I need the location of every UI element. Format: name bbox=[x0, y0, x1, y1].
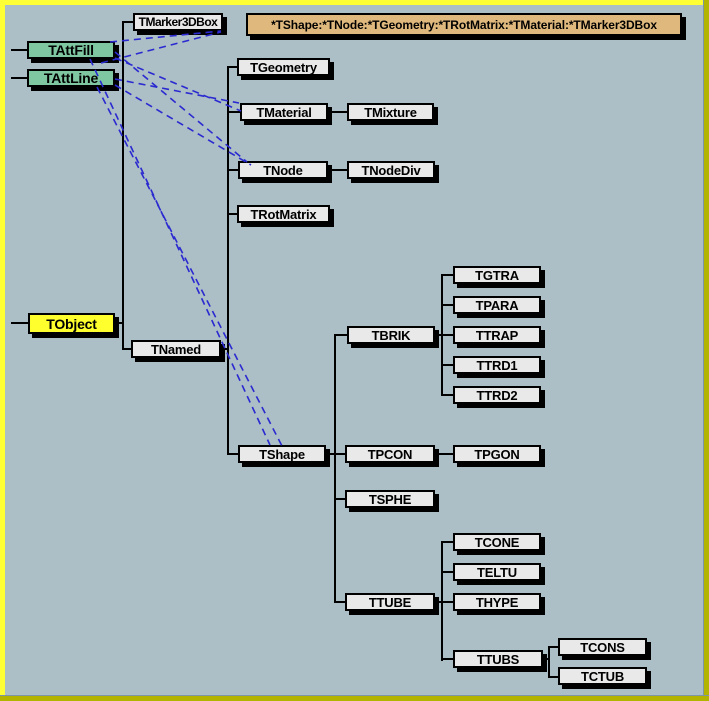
node-tpcon[interactable]: TPCON bbox=[345, 445, 435, 463]
trunk-ttubs bbox=[548, 646, 550, 678]
connector-line bbox=[334, 334, 347, 336]
trunk-tshape bbox=[334, 334, 336, 603]
trunk-tobject bbox=[122, 21, 124, 324]
dashed-line-tattline-tmaterial bbox=[115, 79, 239, 103]
connector-line bbox=[328, 169, 347, 171]
dashed-line-tattline-tmarker3dbox bbox=[101, 32, 221, 63]
connector-line bbox=[441, 364, 453, 366]
class-tree-canvas: TMarker3DBox *TShape:*TNode:*TGeometry:*… bbox=[0, 0, 709, 701]
node-tgtra[interactable]: TGTRA bbox=[453, 266, 541, 284]
connector-line bbox=[548, 676, 558, 678]
dashed-line-tattline-tshape bbox=[97, 87, 282, 446]
node-trotmatrix[interactable]: TRotMatrix bbox=[237, 205, 330, 223]
connector-line bbox=[11, 49, 27, 51]
connector-line bbox=[334, 498, 345, 500]
connector-line bbox=[441, 394, 453, 396]
connector-line bbox=[227, 453, 238, 455]
connector-line bbox=[227, 169, 238, 171]
node-ttrd2[interactable]: TTRD2 bbox=[453, 386, 541, 404]
node-tcons[interactable]: TCONS bbox=[558, 638, 647, 656]
connector-line bbox=[435, 453, 453, 455]
node-tmaterial[interactable]: TMaterial bbox=[240, 103, 328, 121]
node-tmixture[interactable]: TMixture bbox=[347, 103, 434, 121]
dashed-line-tattfill-tmarker3dbox bbox=[110, 31, 221, 42]
dashed-line-tattfill-tmaterial bbox=[115, 58, 241, 111]
canvas-border-right bbox=[703, 0, 709, 701]
node-thype[interactable]: THYPE bbox=[453, 593, 541, 611]
node-tpgon[interactable]: TPGON bbox=[453, 445, 541, 463]
node-tbrik[interactable]: TBRIK bbox=[347, 326, 435, 344]
connector-line bbox=[227, 111, 240, 113]
node-ttrap[interactable]: TTRAP bbox=[453, 326, 541, 344]
node-tnode[interactable]: TNode bbox=[238, 161, 328, 179]
connector-line bbox=[122, 21, 133, 23]
node-tcone[interactable]: TCONE bbox=[453, 533, 541, 551]
connector-line bbox=[441, 571, 453, 573]
connector-line bbox=[441, 274, 453, 276]
node-tnamed[interactable]: TNamed bbox=[131, 340, 221, 358]
canvas-border-top bbox=[0, 0, 709, 5]
node-teltu[interactable]: TELTU bbox=[453, 563, 541, 581]
node-ttrd1[interactable]: TTRD1 bbox=[453, 356, 541, 374]
connector-line bbox=[548, 646, 558, 648]
connector-line bbox=[227, 213, 237, 215]
node-ttube[interactable]: TTUBE bbox=[345, 593, 435, 611]
dashed-line-tattline-tnode bbox=[115, 85, 251, 165]
node-tmarker3dbox[interactable]: TMarker3DBox bbox=[133, 13, 223, 31]
connector-line bbox=[441, 334, 453, 336]
node-tgeometry[interactable]: TGeometry bbox=[237, 58, 330, 76]
connector-line bbox=[328, 111, 347, 113]
node-tattline[interactable]: TAttLine bbox=[27, 69, 115, 87]
canvas-border-left bbox=[0, 0, 5, 701]
node-tsphe[interactable]: TSPHE bbox=[345, 490, 435, 508]
connector-line bbox=[11, 77, 27, 79]
connector-line bbox=[441, 304, 453, 306]
connector-line bbox=[334, 601, 345, 603]
connector-line bbox=[441, 658, 453, 660]
trunk-tnamed bbox=[227, 66, 229, 455]
multiple-inheritance-header: *TShape:*TNode:*TGeometry:*TRotMatrix:*T… bbox=[246, 13, 682, 36]
node-tobject[interactable]: TObject bbox=[28, 313, 115, 334]
connector-line bbox=[227, 66, 237, 68]
node-tnodediv[interactable]: TNodeDiv bbox=[347, 161, 435, 179]
connector-line bbox=[441, 541, 453, 543]
node-tshape[interactable]: TShape bbox=[238, 445, 326, 463]
node-tctub[interactable]: TCTUB bbox=[558, 667, 647, 685]
node-ttubs[interactable]: TTUBS bbox=[453, 650, 543, 668]
trunk-tobject-lower bbox=[122, 322, 124, 350]
connector-line bbox=[334, 453, 345, 455]
canvas-border-bottom bbox=[0, 695, 709, 701]
connector-line bbox=[11, 322, 28, 324]
connector-line bbox=[441, 601, 453, 603]
node-tpara[interactable]: TPARA bbox=[453, 296, 541, 314]
node-tattfill[interactable]: TAttFill bbox=[27, 41, 115, 59]
